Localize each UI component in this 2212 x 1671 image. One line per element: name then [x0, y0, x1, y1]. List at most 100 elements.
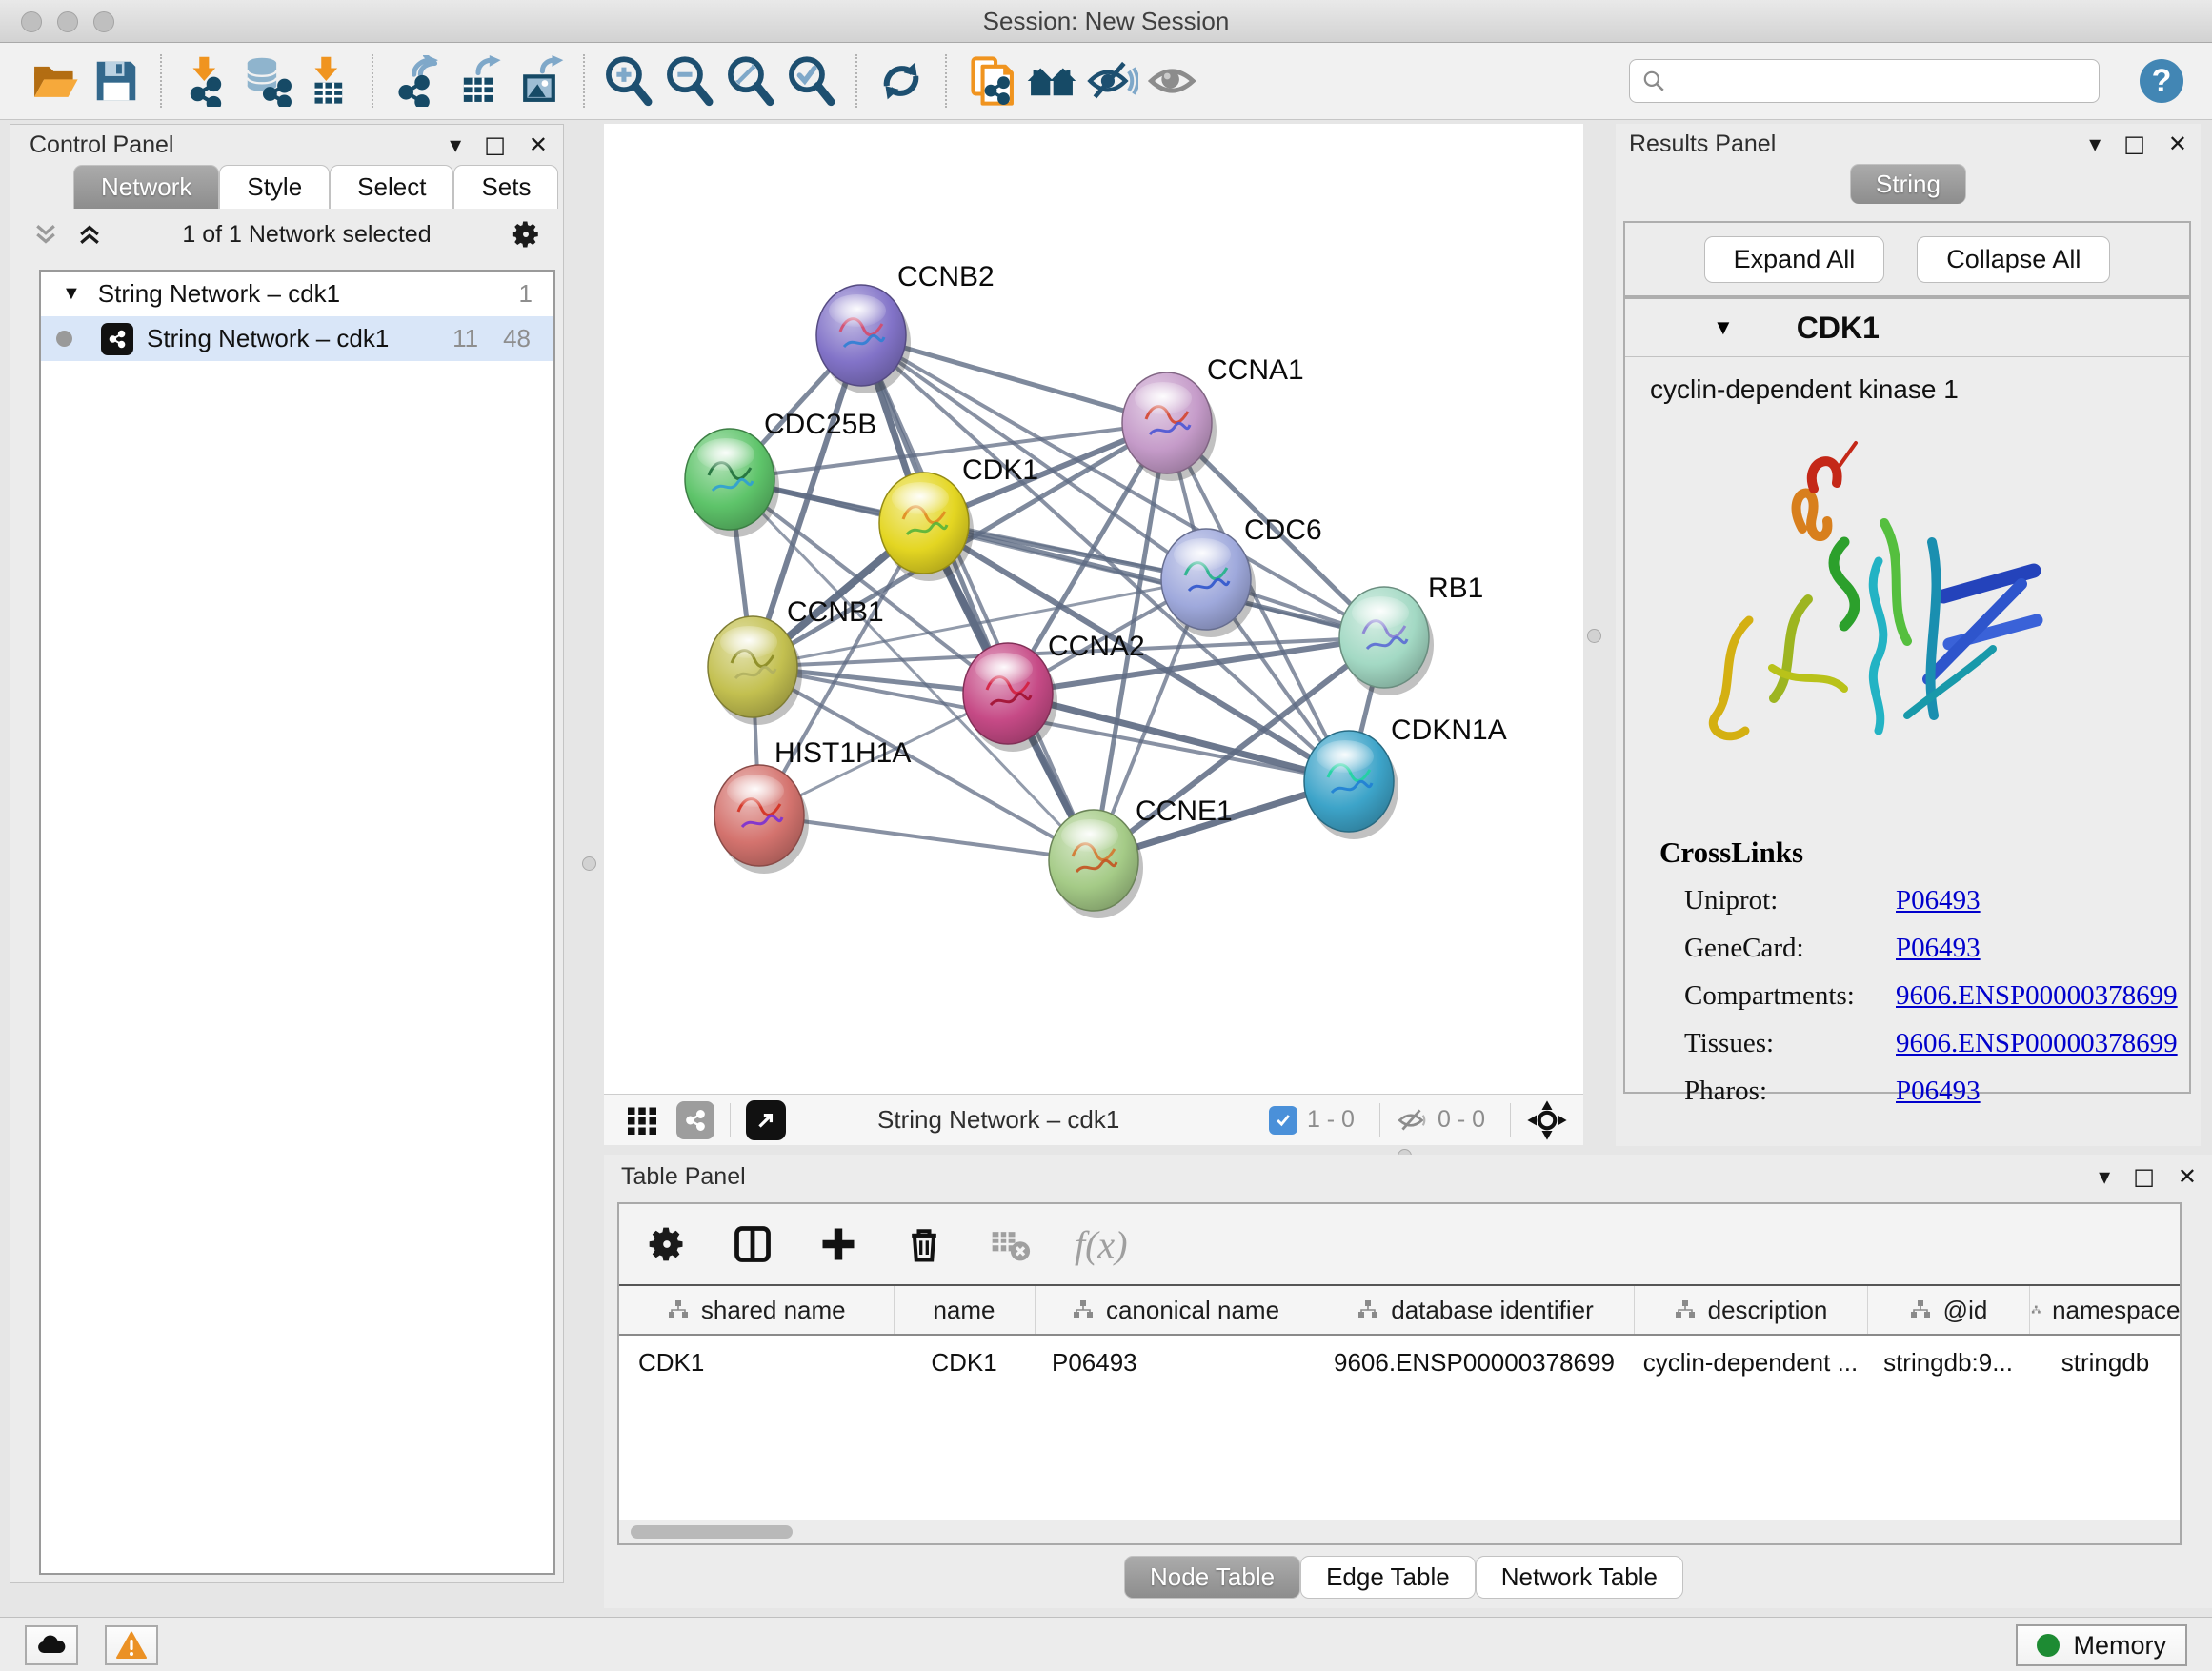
panel-float-icon[interactable]: □: [2123, 132, 2145, 155]
search-box[interactable]: [1629, 59, 2100, 103]
refresh-button[interactable]: [871, 50, 932, 111]
tab-select[interactable]: Select: [330, 165, 453, 209]
table-hscrollbar[interactable]: [619, 1520, 2180, 1543]
panel-menu-icon[interactable]: ▾: [450, 133, 461, 156]
gear-icon[interactable]: [510, 218, 542, 251]
export-network-file-button[interactable]: [387, 50, 448, 111]
clone-network-icon: [965, 55, 1016, 107]
warnings-button[interactable]: [105, 1625, 158, 1665]
tab-string[interactable]: String: [1850, 164, 1966, 204]
tab-edge-table[interactable]: Edge Table: [1300, 1556, 1476, 1599]
show-graphics-details-button[interactable]: [1143, 50, 1204, 111]
panel-close-icon[interactable]: ✕: [2168, 132, 2187, 155]
footer-separator: [1379, 1103, 1380, 1137]
hide-panels-button[interactable]: [1082, 50, 1143, 111]
table-cell[interactable]: CDK1: [894, 1335, 1035, 1389]
table-row[interactable]: CDK1CDK1P064939606.ENSP00000378699cyclin…: [619, 1335, 2180, 1389]
network-badge-icon[interactable]: [676, 1101, 714, 1139]
tab-sets[interactable]: Sets: [453, 165, 558, 209]
search-input[interactable]: [1674, 67, 2087, 96]
export-image-button[interactable]: [509, 50, 570, 111]
panel-close-icon[interactable]: ✕: [529, 133, 548, 156]
panel-menu-icon[interactable]: ▾: [2099, 1165, 2110, 1188]
network-node-cdk1[interactable]: CDK1: [879, 454, 1038, 581]
hidden-eye-icon[interactable]: [1396, 1104, 1428, 1137]
network-edge[interactable]: [759, 815, 1094, 860]
export-table-file-button[interactable]: [448, 50, 509, 111]
detach-view-icon[interactable]: [746, 1100, 786, 1140]
table-cell[interactable]: CDK1: [619, 1335, 894, 1389]
memory-button[interactable]: Memory: [2016, 1624, 2187, 1666]
column-header[interactable]: database identifier: [1317, 1286, 1634, 1335]
cloud-status-button[interactable]: [25, 1625, 78, 1665]
open-session-button[interactable]: [25, 50, 86, 111]
show-all-panels-button[interactable]: [1021, 50, 1082, 111]
tab-network-table[interactable]: Network Table: [1476, 1556, 1683, 1599]
node-table[interactable]: shared namenamecanonical namedatabase id…: [619, 1284, 2180, 1520]
selected-count-icon[interactable]: [1269, 1106, 1297, 1135]
network-canvas[interactable]: CCNB2CCNA1CDC25BCDK1CDC6RB1CCNB1CCNA2CDK…: [604, 124, 1583, 1094]
add-column-icon[interactable]: [817, 1223, 859, 1265]
table-cell[interactable]: 9606.ENSP00000378699: [1317, 1335, 1634, 1389]
tab-node-table[interactable]: Node Table: [1124, 1556, 1300, 1599]
save-session-button[interactable]: [86, 50, 147, 111]
network-collection-row[interactable]: ▼ String Network – cdk1 1: [41, 272, 553, 316]
column-header[interactable]: canonical name: [1035, 1286, 1317, 1335]
refresh-icon: [875, 55, 927, 107]
tab-network[interactable]: Network: [73, 165, 219, 209]
panel-float-icon[interactable]: □: [484, 133, 506, 156]
grid-view-icon[interactable]: [625, 1103, 659, 1137]
import-network-database-button[interactable]: [236, 50, 297, 111]
collapse-all-icon[interactable]: [31, 220, 60, 249]
zoom-in-button[interactable]: [598, 50, 659, 111]
table-cell[interactable]: stringdb:9...: [1867, 1335, 2029, 1389]
import-table-file-button[interactable]: [297, 50, 358, 111]
panel-float-icon[interactable]: □: [2133, 1165, 2155, 1188]
column-header[interactable]: name: [894, 1286, 1035, 1335]
zoom-fit-button[interactable]: [720, 50, 781, 111]
scrollbar-thumb[interactable]: [631, 1525, 793, 1539]
crosslink-link[interactable]: P06493: [1896, 885, 1981, 916]
tab-style[interactable]: Style: [219, 165, 330, 209]
expand-all-icon[interactable]: [75, 220, 104, 249]
crosslink-row: Compartments:9606.ENSP00000378699: [1684, 980, 2189, 1012]
table-gear-icon[interactable]: [646, 1223, 688, 1265]
show-columns-icon[interactable]: [732, 1223, 774, 1265]
column-header[interactable]: @id: [1867, 1286, 2029, 1335]
birds-eye-view-icon[interactable]: [1526, 1099, 1568, 1141]
table-cell[interactable]: P06493: [1035, 1335, 1317, 1389]
network-node-ccna1[interactable]: CCNA1: [1122, 354, 1304, 481]
table-cell[interactable]: cyclin-dependent ...: [1634, 1335, 1867, 1389]
node-details-header[interactable]: ▼ CDK1: [1625, 299, 2189, 357]
column-header[interactable]: namespace: [2029, 1286, 2180, 1335]
panel-menu-icon[interactable]: ▾: [2089, 132, 2101, 155]
column-header[interactable]: description: [1634, 1286, 1867, 1335]
crosslink-link[interactable]: P06493: [1896, 933, 1981, 964]
network-node-cdc6[interactable]: CDC6: [1161, 514, 1322, 637]
crosslink-link[interactable]: P06493: [1896, 1076, 1981, 1107]
collapse-all-button[interactable]: Collapse All: [1917, 236, 2110, 283]
network-row-selected[interactable]: String Network – cdk1 11 48: [41, 316, 553, 361]
expand-all-button[interactable]: Expand All: [1704, 236, 1885, 283]
network-node-ccne1[interactable]: CCNE1: [1049, 795, 1233, 918]
network-edge[interactable]: [861, 335, 1094, 860]
network-node-cdkn1a[interactable]: CDKN1A: [1304, 715, 1507, 839]
splitter-handle[interactable]: [1587, 629, 1601, 643]
network-node-ccna2[interactable]: CCNA2: [963, 631, 1145, 752]
table-cell[interactable]: stringdb: [2029, 1335, 2180, 1389]
delete-column-icon[interactable]: [903, 1223, 945, 1265]
tree-expand-icon[interactable]: ▼: [62, 283, 81, 305]
network-node-rb1[interactable]: RB1: [1339, 573, 1483, 695]
panel-close-icon[interactable]: ✕: [2178, 1165, 2197, 1188]
network-node-hist1h1a[interactable]: HIST1H1A: [714, 737, 911, 874]
collapse-entry-icon[interactable]: ▼: [1713, 315, 1734, 340]
help-button[interactable]: ?: [2140, 59, 2183, 103]
crosslink-link[interactable]: 9606.ENSP00000378699: [1896, 1028, 2178, 1059]
clone-network-button[interactable]: [960, 50, 1021, 111]
zoom-out-button[interactable]: [659, 50, 720, 111]
splitter-handle[interactable]: [582, 856, 596, 871]
import-network-file-button[interactable]: [175, 50, 236, 111]
zoom-selected-button[interactable]: [781, 50, 842, 111]
crosslink-link[interactable]: 9606.ENSP00000378699: [1896, 980, 2178, 1012]
column-header[interactable]: shared name: [619, 1286, 894, 1335]
